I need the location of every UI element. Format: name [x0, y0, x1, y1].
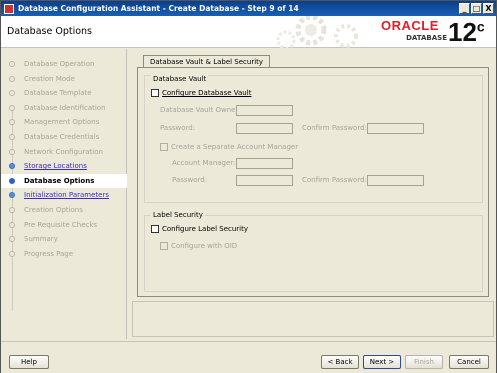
configure-vault-checkbox[interactable]	[151, 89, 159, 97]
step-label: Database Credentials	[24, 133, 100, 141]
vault-owner-field[interactable]	[236, 105, 293, 116]
separate-manager-checkbox[interactable]	[160, 143, 168, 151]
step-database-operation: Database Operation	[1, 57, 127, 71]
steps-sidebar: Database Operation Creation Mode Database …	[1, 49, 127, 339]
step-marker-icon	[9, 148, 15, 155]
logo-version-suffix: c	[476, 18, 485, 35]
step-label: Creation Mode	[24, 74, 75, 83]
step-management-options: Management Options	[1, 115, 127, 129]
database-vault-group: Database Vault Configure Database Vault …	[144, 75, 483, 203]
database-vault-title: Database Vault	[151, 75, 209, 83]
vault-password-field[interactable]	[236, 123, 293, 134]
footer-bar: Help < Back Next > Finish Cancel	[1, 341, 496, 373]
finish-button[interactable]: Finish	[405, 355, 443, 369]
step-label: Management Options	[24, 118, 100, 127]
step-label: Database Operation	[24, 60, 95, 68]
minimize-button[interactable]: _	[459, 3, 470, 14]
logo-version: 12c	[448, 16, 485, 48]
dca-window: Database Configuration Assistant - Creat…	[0, 0, 497, 373]
oracle-logo: ORACLE DATABASE	[381, 19, 447, 43]
window-title: Database Configuration Assistant - Creat…	[18, 4, 299, 13]
step-creation-mode: Creation Mode	[1, 72, 127, 86]
step-database-identification: Database Identification	[1, 101, 127, 115]
cancel-button[interactable]: Cancel	[449, 355, 489, 369]
step-label[interactable]: Database Options	[24, 177, 94, 185]
step-marker-icon	[9, 90, 15, 97]
help-button[interactable]: Help	[9, 355, 49, 369]
step-marker-icon	[9, 207, 15, 213]
step-marker-icon	[9, 104, 15, 111]
account-manager-field[interactable]	[236, 158, 293, 169]
step-label: Progress Page	[24, 249, 74, 258]
step-marker-icon	[9, 177, 15, 184]
step-network-configuration: Network Configuration	[1, 145, 127, 159]
label-security-title: Label Security	[151, 211, 205, 219]
step-progress-page: Progress Page	[1, 247, 127, 261]
step-label: Database Template	[24, 89, 92, 98]
manager-password-field[interactable]	[236, 175, 293, 186]
configure-oid-label[interactable]: Configure with OID	[171, 242, 237, 250]
step-marker-icon	[9, 119, 15, 126]
vault-confirm-label: Confirm Password:	[302, 124, 367, 132]
window-controls: _ □ X	[459, 3, 494, 14]
app-icon	[4, 3, 14, 14]
maximize-button[interactable]: □	[471, 3, 482, 14]
configure-label-security-checkbox[interactable]	[151, 225, 159, 233]
close-button[interactable]: X	[483, 3, 494, 14]
step-label: Pre Requisite Checks	[24, 220, 98, 229]
step-label[interactable]: Storage Locations	[24, 162, 87, 170]
back-button[interactable]: < Back	[321, 355, 359, 369]
step-label: Creation Options	[24, 206, 83, 214]
logo-version-number: 12	[448, 17, 477, 47]
title-bar: Database Configuration Assistant - Creat…	[1, 1, 496, 16]
vault-password-label: Password:	[160, 124, 196, 132]
message-area	[132, 301, 494, 337]
manager-confirm-field[interactable]	[367, 175, 424, 186]
step-label[interactable]: Initialization Parameters	[24, 191, 109, 199]
step-marker-icon	[9, 163, 15, 170]
step-marker-icon	[9, 134, 15, 140]
gears-icon	[276, 16, 358, 48]
step-marker-icon	[9, 192, 15, 199]
main-content: Database Vault & Label Security Database…	[131, 49, 495, 337]
step-summary: Summary	[1, 232, 127, 246]
configure-vault-label[interactable]: Configure Database Vault	[162, 89, 251, 97]
account-manager-label: Account Manager:	[172, 159, 236, 167]
manager-confirm-label: Confirm Password:	[302, 176, 367, 184]
step-label: Database Identification	[24, 103, 106, 112]
step-marker-icon	[9, 221, 15, 228]
step-database-template: Database Template	[1, 86, 127, 100]
tab-panel: Database Vault Configure Database Vault …	[137, 67, 489, 297]
vault-confirm-field[interactable]	[367, 123, 424, 134]
step-label: Network Configuration	[24, 147, 103, 156]
step-creation-options: Creation Options	[1, 203, 127, 217]
page-title: Database Options	[7, 26, 93, 37]
step-storage-locations[interactable]: Storage Locations	[1, 159, 127, 173]
step-database-credentials: Database Credentials	[1, 130, 127, 144]
step-label: Summary	[24, 235, 58, 244]
page-header: Database Options ORACLE DATABASE 12c	[1, 16, 496, 48]
separate-manager-label[interactable]: Create a Separate Account Manager	[171, 143, 298, 151]
step-marker-icon	[9, 236, 15, 243]
vault-owner-label: Database Vault Owner:	[160, 106, 241, 114]
step-marker-icon	[9, 250, 15, 257]
logo-database: DATABASE	[406, 34, 447, 42]
manager-password-label: Password:	[172, 176, 208, 184]
configure-label-security-label[interactable]: Configure Label Security	[162, 225, 248, 233]
step-database-options[interactable]: Database Options	[1, 173, 127, 188]
step-pre-requisite-checks: Pre Requisite Checks	[1, 218, 127, 232]
label-security-group: Label Security Configure Label Security …	[144, 211, 483, 292]
step-marker-icon	[9, 75, 15, 82]
next-button[interactable]: Next >	[363, 355, 401, 369]
logo-word: ORACLE	[381, 18, 439, 33]
step-marker-icon	[9, 61, 15, 67]
configure-oid-checkbox[interactable]	[160, 242, 168, 250]
step-initialization-parameters[interactable]: Initialization Parameters	[1, 188, 127, 202]
